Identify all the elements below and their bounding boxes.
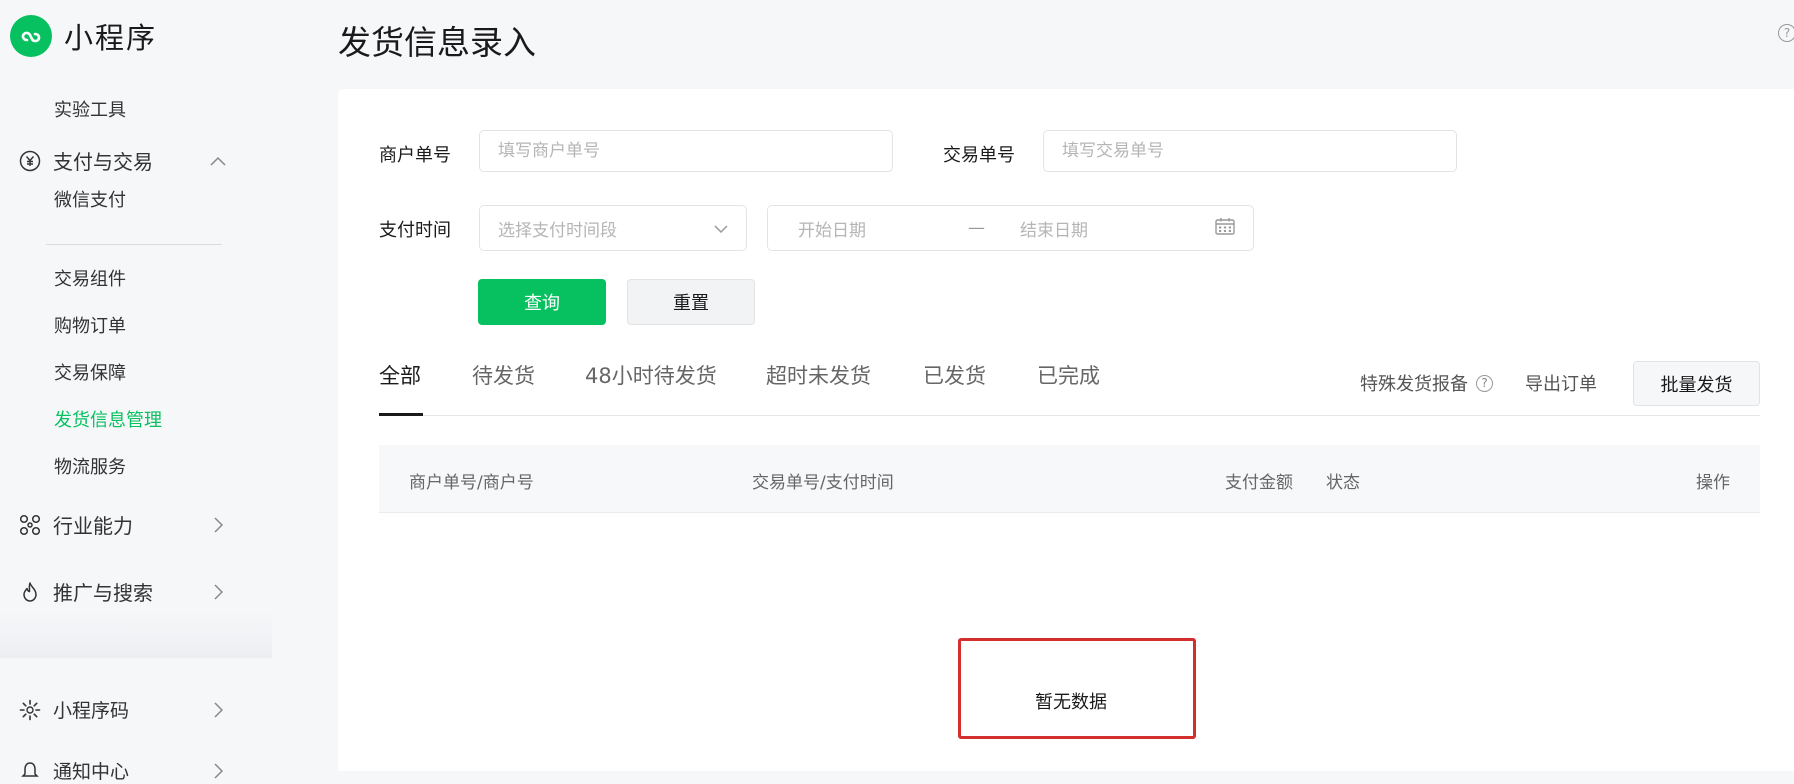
app-logo[interactable]: 小程序 xyxy=(10,15,157,57)
chevron-up-icon xyxy=(208,151,228,171)
sidebar-group-qrcode[interactable]: 小程序码 xyxy=(18,696,228,723)
merchant-no-input[interactable] xyxy=(479,130,893,172)
chevron-right-icon xyxy=(208,582,228,602)
sidebar-item-shopping-orders[interactable]: 购物订单 xyxy=(54,312,126,338)
special-shipping-report-link[interactable]: 特殊发货报备 ? xyxy=(1360,370,1493,396)
pay-date-range-picker[interactable]: 开始日期 — 结束日期 xyxy=(767,205,1254,251)
column-actions: 操作 xyxy=(1696,473,1730,493)
qrcode-icon xyxy=(18,698,42,722)
chevron-down-icon xyxy=(714,219,728,238)
start-date-placeholder[interactable]: 开始日期 xyxy=(798,216,968,241)
special-shipping-report-label: 特殊发货报备 xyxy=(1360,374,1468,395)
flame-icon xyxy=(18,580,42,604)
app-name: 小程序 xyxy=(64,21,158,55)
page-title: 发货信息录入 xyxy=(338,23,536,62)
sidebar-item-trade-guarantee[interactable]: 交易保障 xyxy=(54,359,126,385)
sidebar-group-industry[interactable]: 行业能力 xyxy=(18,510,228,539)
chevron-right-icon xyxy=(208,700,228,720)
yuan-icon xyxy=(18,149,42,173)
query-button[interactable]: 查询 xyxy=(478,279,606,325)
tab-pending-shipment[interactable]: 待发货 xyxy=(472,360,535,390)
sidebar-divider xyxy=(46,244,222,245)
tab-overdue[interactable]: 超时未发货 xyxy=(766,360,871,390)
column-amount: 支付金额 xyxy=(1225,473,1293,493)
industry-icon xyxy=(18,513,42,537)
reset-button[interactable]: 重置 xyxy=(627,279,755,325)
sidebar-group-payment-label: 支付与交易 xyxy=(53,150,153,174)
end-date-placeholder[interactable]: 结束日期 xyxy=(1020,216,1215,241)
trade-no-label: 交易单号 xyxy=(943,145,1015,166)
merchant-no-label: 商户单号 xyxy=(379,145,451,166)
sidebar-scroll-fade xyxy=(0,612,272,658)
chevron-right-icon xyxy=(208,515,228,535)
sidebar-item-trade-components[interactable]: 交易组件 xyxy=(54,265,126,291)
tab-all[interactable]: 全部 xyxy=(379,360,421,390)
help-icon[interactable]: ? xyxy=(1778,24,1794,42)
sidebar-item-lab-tools[interactable]: 实验工具 xyxy=(54,96,126,122)
sidebar-group-industry-label: 行业能力 xyxy=(53,514,133,538)
table-header: 商户单号/商户号 交易单号/支付时间 支付金额 状态 操作 xyxy=(379,445,1760,513)
trade-no-input[interactable] xyxy=(1043,130,1457,172)
tab-48h-pending[interactable]: 48小时待发货 xyxy=(585,360,717,390)
export-orders-link[interactable]: 导出订单 xyxy=(1525,370,1597,396)
pay-time-label: 支付时间 xyxy=(379,220,451,241)
sidebar-item-shipping-info[interactable]: 发货信息管理 xyxy=(54,406,162,432)
calendar-icon xyxy=(1215,217,1235,239)
batch-ship-button[interactable]: 批量发货 xyxy=(1633,361,1760,406)
sidebar-group-promotion[interactable]: 推广与搜索 xyxy=(18,577,228,606)
sidebar-item-wechat-pay[interactable]: 微信支付 xyxy=(54,186,126,212)
tabs-divider xyxy=(379,415,1760,416)
column-trade-no: 交易单号/支付时间 xyxy=(752,473,894,493)
date-range-separator: — xyxy=(968,218,985,238)
mini-program-logo-icon xyxy=(10,15,52,57)
column-status: 状态 xyxy=(1326,473,1360,493)
sidebar: 小程序 实验工具 支付与交易 微信支付 交易组件 购物订单 交易保障 发货信息管… xyxy=(0,0,316,783)
sidebar-group-payment[interactable]: 支付与交易 xyxy=(18,146,228,175)
question-icon[interactable]: ? xyxy=(1476,374,1493,392)
pay-time-period-select[interactable]: 选择支付时间段 xyxy=(479,205,747,251)
tab-completed[interactable]: 已完成 xyxy=(1037,360,1100,390)
sidebar-group-qrcode-label: 小程序码 xyxy=(53,700,130,722)
empty-state-text: 暂无数据 xyxy=(1035,692,1107,713)
tab-shipped[interactable]: 已发货 xyxy=(923,360,986,390)
sidebar-group-promotion-label: 推广与搜索 xyxy=(53,581,153,605)
pay-time-period-placeholder: 选择支付时间段 xyxy=(498,220,617,241)
column-merchant-no: 商户单号/商户号 xyxy=(409,473,534,493)
sidebar-item-logistics[interactable]: 物流服务 xyxy=(54,453,126,479)
active-tab-indicator xyxy=(379,413,423,416)
